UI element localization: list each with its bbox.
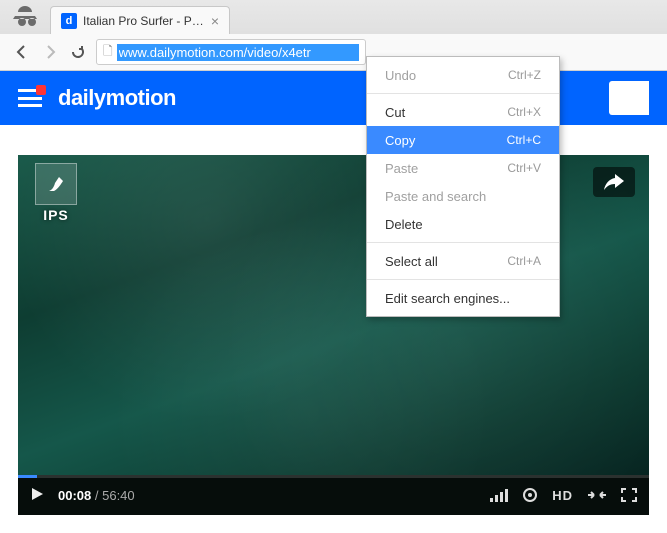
context-item-cut[interactable]: Cut Ctrl+X xyxy=(367,98,559,126)
context-item-copy[interactable]: Copy Ctrl+C xyxy=(367,126,559,154)
fullscreen-button[interactable] xyxy=(621,488,637,502)
time-current: 00:08 xyxy=(58,488,91,503)
notification-badge xyxy=(36,85,46,95)
play-button[interactable] xyxy=(30,487,44,504)
context-item-label: Paste and search xyxy=(385,189,486,204)
page-content: dailymotion IPS 00:08 / 56:40 xyxy=(0,71,667,533)
context-item-label: Edit search engines... xyxy=(385,291,510,306)
context-item-paste: Paste Ctrl+V xyxy=(367,154,559,182)
context-item-shortcut: Ctrl+Z xyxy=(508,68,541,82)
hamburger-icon[interactable] xyxy=(18,89,42,107)
context-item-label: Paste xyxy=(385,161,418,176)
context-item-label: Delete xyxy=(385,217,423,232)
browser-tab[interactable]: d Italian Pro Surfer - Prima × xyxy=(50,6,230,34)
context-separator xyxy=(367,242,559,243)
time-duration: / 56:40 xyxy=(95,488,135,503)
tab-favicon: d xyxy=(61,13,77,29)
progress-fill xyxy=(18,475,37,478)
video-controls: 00:08 / 56:40 HD xyxy=(18,475,649,515)
context-item-label: Copy xyxy=(385,133,415,148)
context-item-delete[interactable]: Delete xyxy=(367,210,559,238)
channel-watermark: IPS xyxy=(32,163,80,223)
context-item-select-all[interactable]: Select all Ctrl+A xyxy=(367,247,559,275)
forward-button[interactable] xyxy=(40,42,60,62)
progress-bar[interactable] xyxy=(18,475,649,478)
theater-button[interactable] xyxy=(587,489,607,501)
quality-button[interactable]: HD xyxy=(552,488,573,503)
context-separator xyxy=(367,279,559,280)
context-item-shortcut: Ctrl+C xyxy=(507,133,541,147)
tab-close-icon[interactable]: × xyxy=(211,13,219,29)
context-item-undo: Undo Ctrl+Z xyxy=(367,61,559,89)
browser-toolbar: 🗋 xyxy=(0,34,667,70)
browser-chrome: d Italian Pro Surfer - Prima × 🗋 xyxy=(0,0,667,71)
site-header: dailymotion xyxy=(0,71,667,125)
context-item-shortcut: Ctrl+X xyxy=(507,105,541,119)
settings-button[interactable] xyxy=(522,487,538,503)
tab-title: Italian Pro Surfer - Prima xyxy=(83,14,205,28)
context-item-label: Cut xyxy=(385,105,405,120)
address-bar[interactable]: 🗋 xyxy=(96,39,366,65)
url-input[interactable] xyxy=(117,44,359,61)
context-separator xyxy=(367,93,559,94)
context-item-shortcut: Ctrl+A xyxy=(507,254,541,268)
context-item-label: Undo xyxy=(385,68,416,83)
context-item-edit-search-engines[interactable]: Edit search engines... xyxy=(367,284,559,312)
context-item-shortcut: Ctrl+V xyxy=(507,161,541,175)
back-button[interactable] xyxy=(12,42,32,62)
search-input[interactable] xyxy=(609,81,649,115)
context-menu: Undo Ctrl+Z Cut Ctrl+X Copy Ctrl+C Paste Ctrl+V… xyxy=(366,56,560,317)
volume-button[interactable] xyxy=(490,488,508,502)
share-button[interactable] xyxy=(593,167,635,197)
tab-strip: d Italian Pro Surfer - Prima × xyxy=(0,0,667,34)
context-item-label: Select all xyxy=(385,254,438,269)
watermark-text: IPS xyxy=(43,207,69,223)
reload-button[interactable] xyxy=(68,42,88,62)
incognito-icon xyxy=(10,4,40,30)
context-item-paste-and-search: Paste and search xyxy=(367,182,559,210)
page-icon: 🗋 xyxy=(103,42,113,63)
site-brand[interactable]: dailymotion xyxy=(58,85,176,111)
